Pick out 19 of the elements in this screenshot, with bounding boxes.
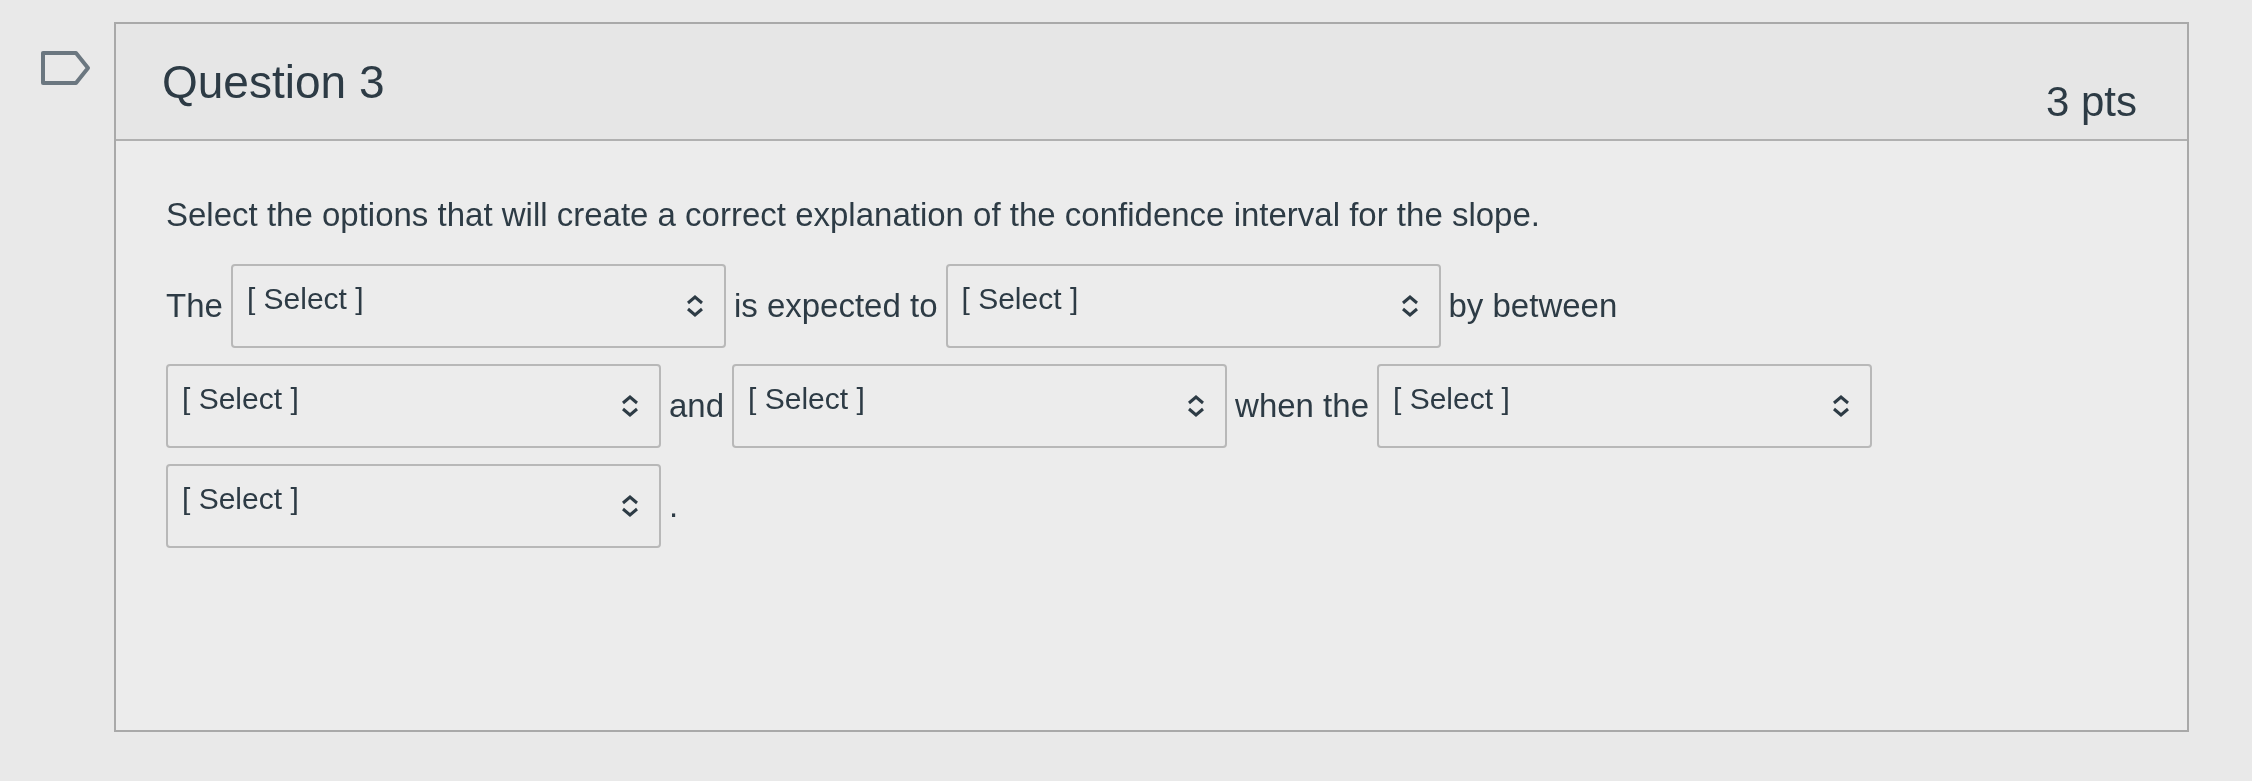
question-title: Question 3 [162,54,385,109]
select-dropdown[interactable]: [ Select ] [945,264,1441,348]
up-down-chevron-icon [619,393,641,419]
select-dropdown[interactable]: [ Select ] [1377,364,1872,448]
sentence-text: when the [1235,387,1369,425]
points-label: 3 pts [2045,77,2137,126]
sentence-text: and [669,387,725,425]
up-down-chevron-icon [619,493,641,519]
up-down-chevron-icon [1830,393,1852,419]
flag-icon[interactable] [40,50,92,86]
sentence-text: is expected to [733,287,938,325]
sentence-text: The [166,287,223,325]
select-dropdown[interactable]: [ Select ] [166,364,661,448]
select-dropdown[interactable]: [ Select ] [230,264,726,348]
select-dropdown[interactable]: [ Select ] [732,364,1228,448]
sentence-text: by between [1448,287,1618,325]
sentence-text: . [669,487,679,525]
question-prompt: Select the options that will create a correct explanation of the confidence interval for the slope. [166,196,1541,234]
select-dropdown[interactable]: [ Select ] [166,464,661,548]
